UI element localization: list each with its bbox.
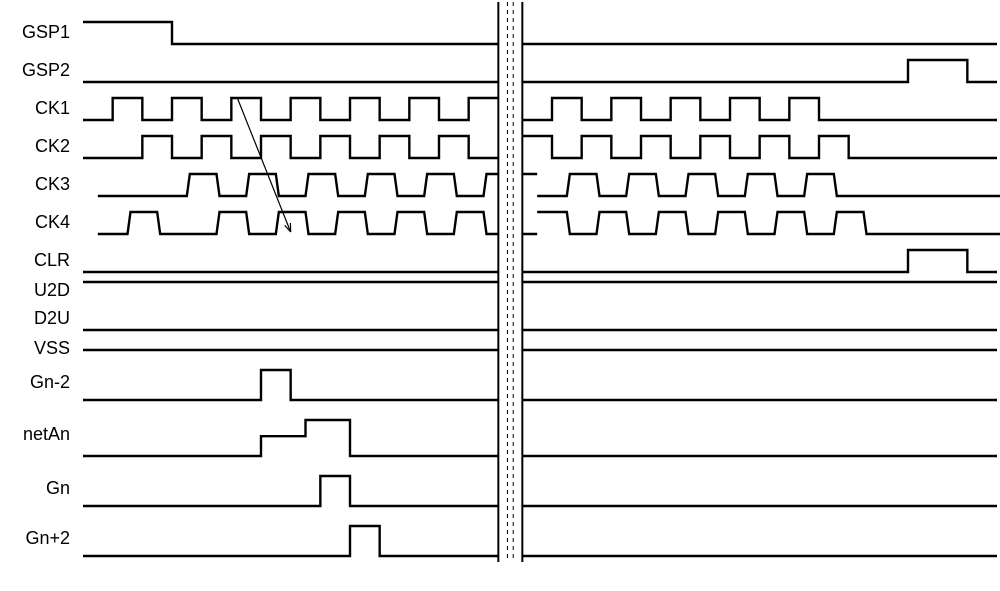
signal-label: U2D [34,281,70,299]
waveform-CK4 [98,212,1000,234]
signal-label: GSP2 [22,61,70,79]
signal-label: CK1 [35,99,70,117]
signal-labels-column: GSP1 GSP2 CK1 CK2 CK3 CK4 CLR U2D D2U VSS Gn-2 netA… [0,0,80,591]
waveform-Gn+2 [83,526,997,556]
waveform-svg [80,0,1000,591]
signal-label: CK4 [35,213,70,231]
waveform-Gn [83,476,997,506]
signal-label: netAn [23,425,70,443]
waveform-Gn-2 [83,370,997,400]
waveform-CK3 [98,174,1000,196]
time-break-icon [498,2,522,562]
signal-label: Gn+2 [25,529,70,547]
signal-label: CLR [34,251,70,269]
waveform-netAn [83,420,997,456]
timing-diagram: GSP1 GSP2 CK1 CK2 CK3 CK4 CLR U2D D2U VSS Gn-2 netA… [0,0,1000,591]
signal-label: CK3 [35,175,70,193]
signal-label: Gn [46,479,70,497]
signal-label: GSP1 [22,23,70,41]
waveform-canvas [80,0,1000,591]
waveform-GSP1 [83,22,997,44]
waveform-CK1 [83,98,997,120]
signal-label: VSS [34,339,70,357]
signal-label: CK2 [35,137,70,155]
signal-label: D2U [34,309,70,327]
waveform-CLR [83,250,997,272]
signal-label: Gn-2 [30,373,70,391]
waveform-GSP2 [83,60,997,82]
waveform-CK2 [83,136,997,158]
